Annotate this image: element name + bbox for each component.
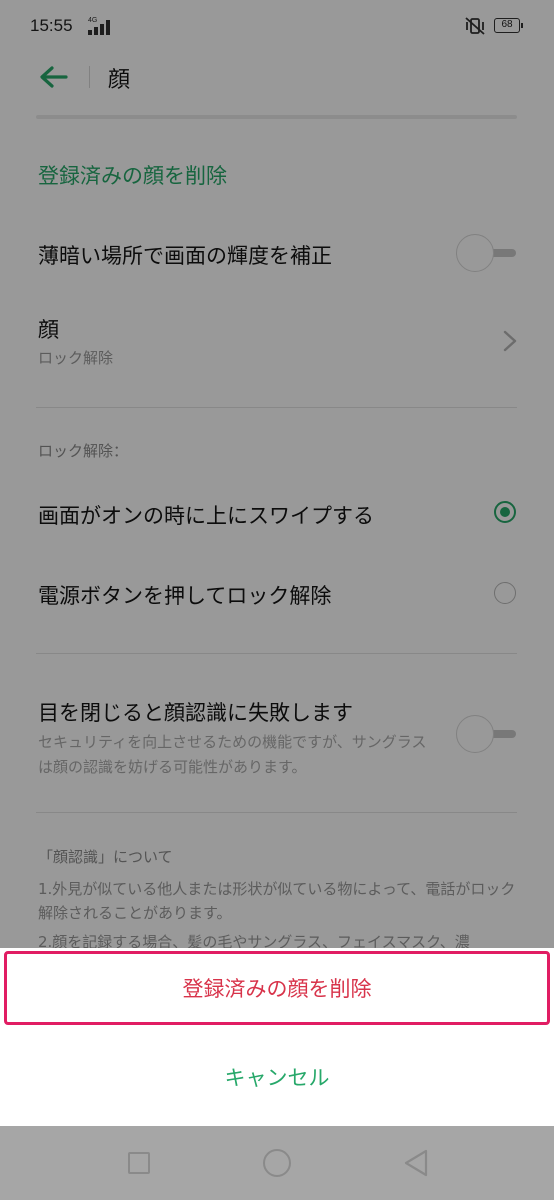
cancel-button[interactable]: キャンセル bbox=[0, 1046, 554, 1108]
system-nav-bar bbox=[0, 1126, 554, 1200]
action-sheet: 登録済みの顔を削除 キャンセル bbox=[0, 948, 554, 1126]
confirm-delete-button[interactable]: 登録済みの顔を削除 bbox=[4, 951, 550, 1025]
recents-square-icon[interactable] bbox=[128, 1152, 150, 1174]
back-triangle-icon[interactable] bbox=[402, 1148, 430, 1178]
home-circle-icon[interactable] bbox=[263, 1149, 291, 1177]
